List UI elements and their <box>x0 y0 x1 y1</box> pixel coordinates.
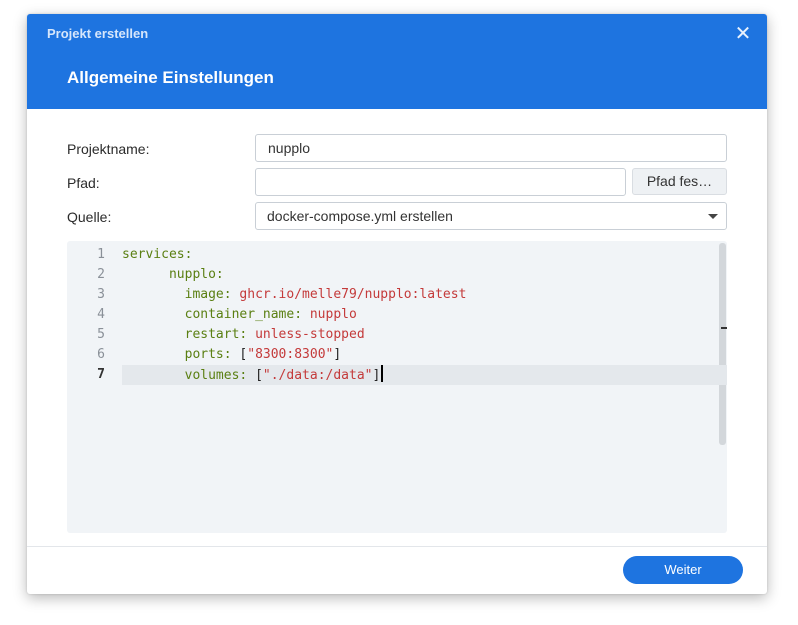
code-text: image: ghcr.io/melle79/nupplo:latest <box>122 285 467 305</box>
create-project-dialog: Projekt erstellen ✕ Allgemeine Einstellu… <box>27 14 767 594</box>
path-label: Pfad: <box>67 175 100 191</box>
yaml-key: ports: <box>184 347 232 362</box>
yaml-punctuation <box>122 327 185 342</box>
line-number: 7 <box>97 367 105 382</box>
code-text: restart: unless-stopped <box>122 325 365 345</box>
yaml-value: ghcr.io/melle79/nupplo:latest <box>239 287 467 302</box>
yaml-punctuation: [ <box>247 368 263 383</box>
close-icon[interactable]: ✕ <box>731 22 755 46</box>
text-cursor <box>381 365 384 382</box>
yaml-punctuation: ] <box>333 347 342 362</box>
code-text: services: <box>122 245 192 265</box>
yaml-punctuation: ] <box>372 368 381 383</box>
yaml-value: nupplo <box>309 307 357 322</box>
yaml-key: restart: <box>184 327 248 342</box>
yaml-key: nupplo: <box>168 267 224 282</box>
line-number: 4 <box>97 307 105 322</box>
code-line[interactable]: 4 container_name: nupplo <box>67 305 727 325</box>
dialog-title: Projekt erstellen <box>47 26 149 41</box>
code-text: volumes: ["./data:/data"] <box>122 365 384 386</box>
code-editor[interactable]: 1 services: 2 nupplo: 3 image: ghcr.io/mell… <box>67 241 727 533</box>
caret-down-icon <box>708 214 718 219</box>
yaml-punctuation <box>122 368 185 383</box>
code-line[interactable]: 1 services: <box>67 245 727 265</box>
yaml-punctuation <box>122 287 185 302</box>
yaml-punctuation <box>247 327 255 342</box>
line-number: 3 <box>97 287 105 302</box>
set-path-button[interactable]: Pfad fes… <box>632 168 727 195</box>
line-number: 5 <box>97 327 105 342</box>
yaml-punctuation <box>122 347 185 362</box>
path-input[interactable] <box>255 168 626 196</box>
footer-divider <box>27 546 767 547</box>
line-number: 6 <box>97 347 105 362</box>
code-text: container_name: nupplo <box>122 305 357 325</box>
code-text: nupplo: <box>122 265 224 285</box>
yaml-key: volumes: <box>184 368 248 383</box>
next-button[interactable]: Weiter <box>623 556 743 584</box>
yaml-punctuation <box>302 307 310 322</box>
project-name-input[interactable] <box>255 134 727 162</box>
project-name-label: Projektname: <box>67 141 150 157</box>
source-selected-value: docker-compose.yml erstellen <box>267 208 453 224</box>
yaml-key: services: <box>122 247 193 262</box>
yaml-key: image: <box>184 287 232 302</box>
yaml-punctuation <box>122 307 185 322</box>
code-line[interactable]: 6 ports: ["8300:8300"] <box>67 345 727 365</box>
line-number: 2 <box>97 267 105 282</box>
yaml-value: "8300:8300" <box>247 347 334 362</box>
code-line[interactable]: 5 restart: unless-stopped <box>67 325 727 345</box>
code-line[interactable]: 2 nupplo: <box>67 265 727 285</box>
code-line[interactable]: 3 image: ghcr.io/melle79/nupplo:latest <box>67 285 727 305</box>
yaml-punctuation: [ <box>231 347 248 362</box>
code-text: ports: ["8300:8300"] <box>122 345 342 365</box>
source-label: Quelle: <box>67 209 112 225</box>
yaml-key: container_name: <box>184 307 303 322</box>
code-line[interactable]: 7 volumes: ["./data:/data"] <box>67 365 727 385</box>
yaml-punctuation <box>122 267 169 282</box>
yaml-value: unless-stopped <box>255 327 365 342</box>
dialog-header: Projekt erstellen ✕ Allgemeine Einstellu… <box>27 14 767 109</box>
source-select[interactable]: docker-compose.yml erstellen <box>255 202 727 230</box>
yaml-value: "./data:/data" <box>262 368 373 383</box>
line-number: 1 <box>97 247 105 262</box>
section-heading: Allgemeine Einstellungen <box>67 68 274 87</box>
